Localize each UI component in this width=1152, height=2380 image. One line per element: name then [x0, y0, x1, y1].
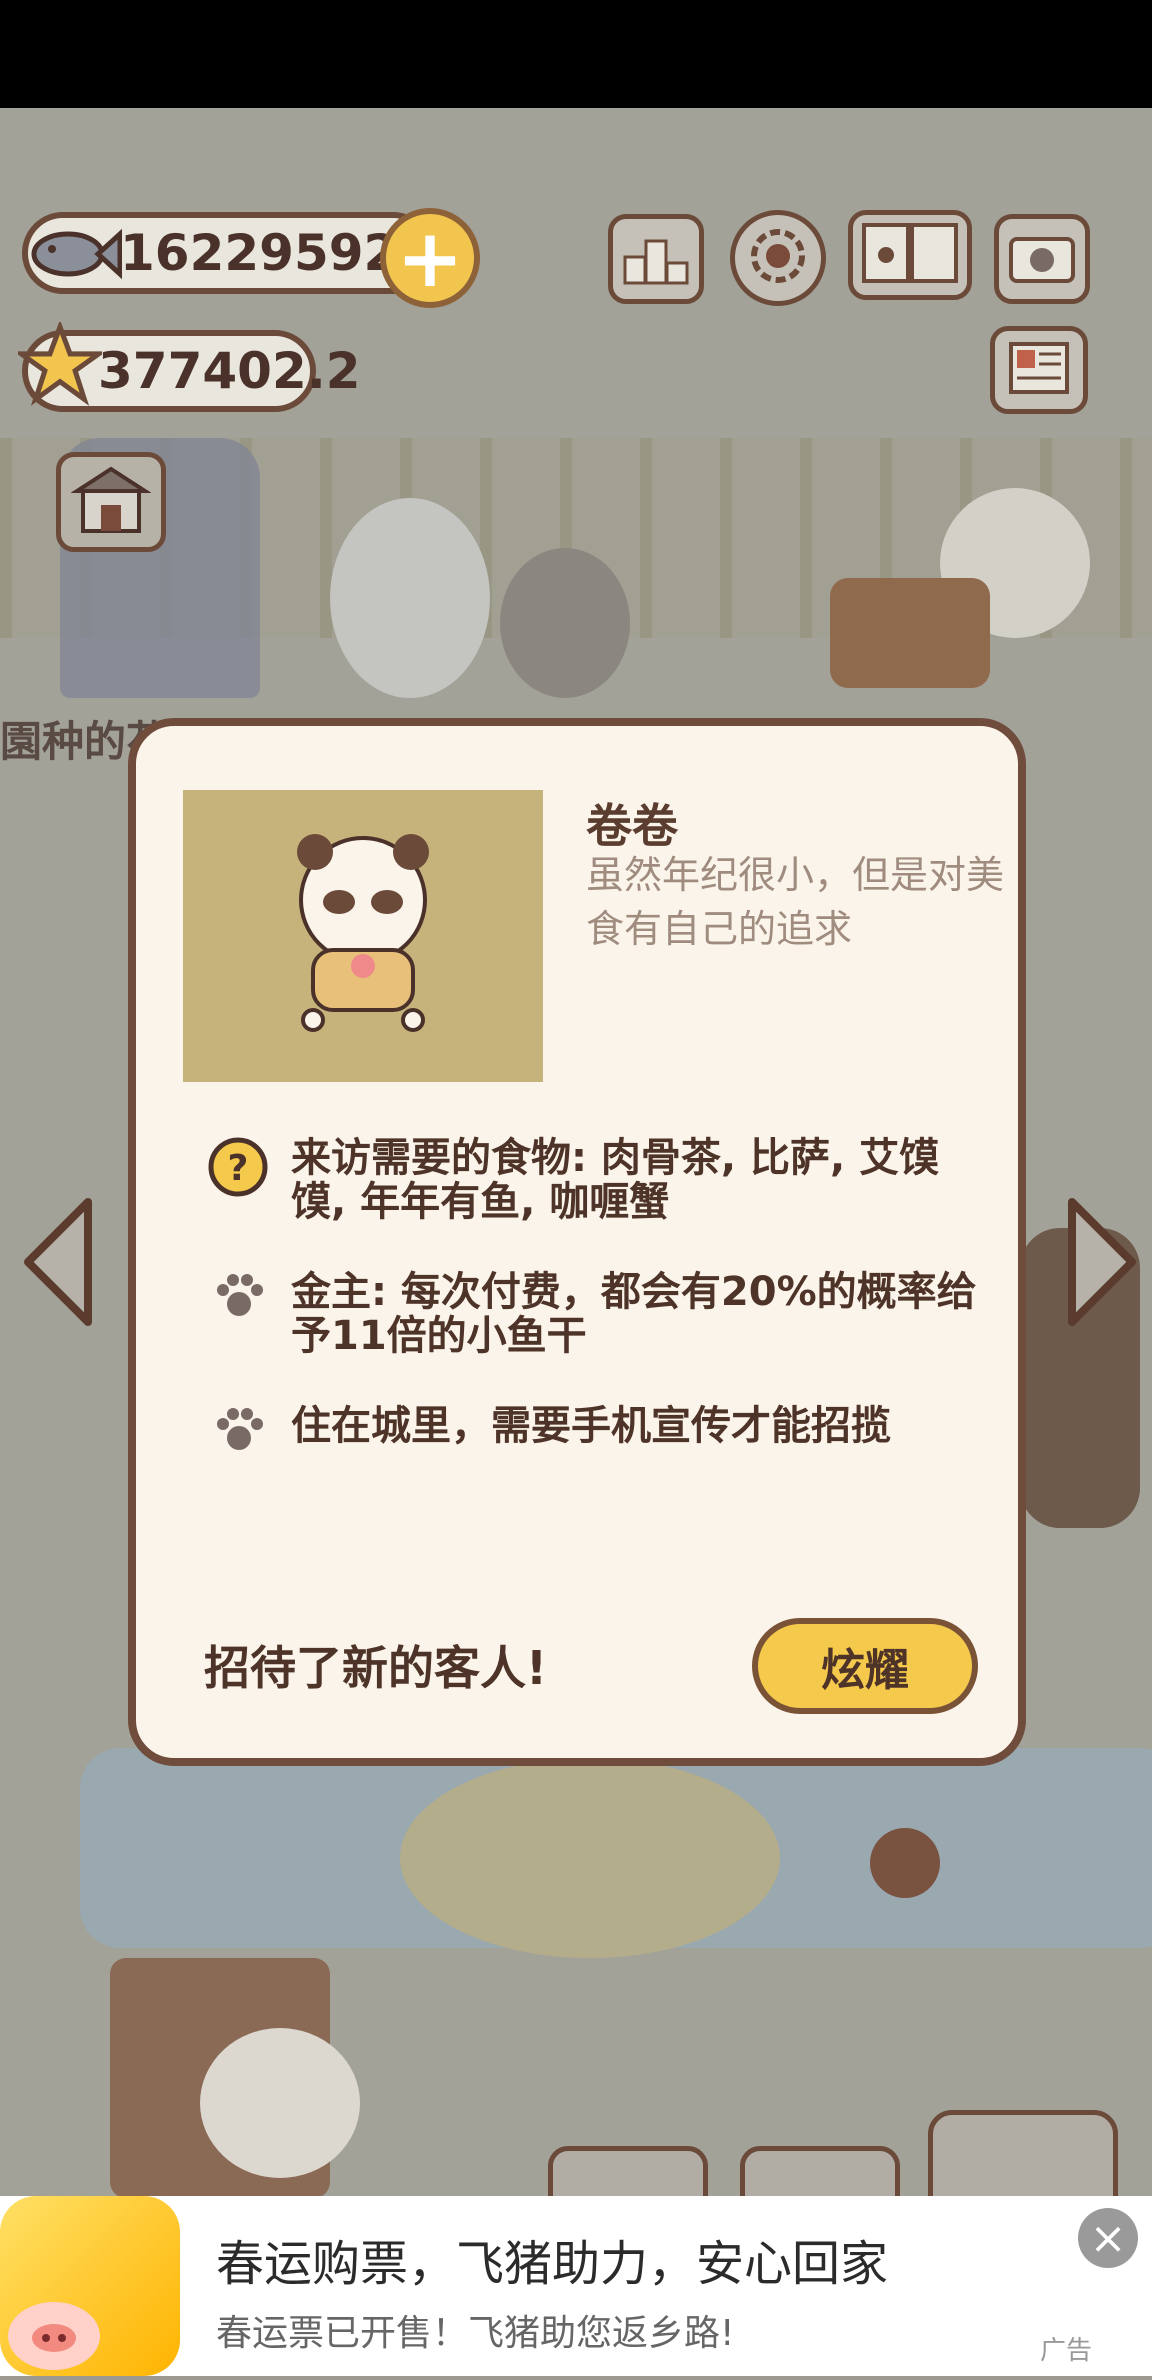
guest-portrait — [183, 790, 543, 1082]
ad-label: 广告 — [1040, 2336, 1093, 2366]
question-icon: ? — [207, 1136, 269, 1198]
star-icon — [13, 319, 107, 406]
bottom-tool-button[interactable] — [928, 2110, 1118, 2206]
gear-icon — [748, 226, 808, 290]
right-arrow-icon — [1062, 1198, 1142, 1336]
grill — [830, 578, 990, 688]
ball-toy — [870, 1828, 940, 1898]
panda-character-image — [297, 834, 429, 1032]
owl-character — [330, 498, 490, 698]
settings-button[interactable] — [730, 210, 826, 306]
requirement-text: 金主: 每次付费，都会有20%的概率给予11倍的小鱼干 — [291, 1269, 977, 1359]
ranking-podium-icon — [621, 227, 691, 291]
shop-icon — [70, 465, 152, 539]
ad-title: 春运购票，飞猪助力，安心回家 — [216, 2236, 889, 2292]
plus-icon: + — [396, 211, 464, 305]
add-currency-button[interactable]: + — [380, 208, 480, 308]
star-count: 377402.2 — [98, 342, 361, 400]
star-currency: 377402.2 — [13, 319, 361, 412]
ad-logo — [0, 2196, 180, 2376]
camera-icon — [1007, 229, 1077, 289]
paw-book-icon — [860, 221, 960, 289]
previous-guest-button[interactable] — [18, 1192, 98, 1332]
ranking-button[interactable] — [608, 214, 704, 304]
paw-icon — [213, 1270, 275, 1332]
requirement-text: 住在城里，需要手机宣传才能招揽 — [291, 1403, 891, 1449]
svg-text:?: ? — [228, 1148, 249, 1189]
ad-subtitle: 春运票已开售！飞猪助您返乡路! — [216, 2313, 735, 2354]
dog-character — [500, 548, 630, 698]
well — [400, 1758, 780, 1958]
ad-close-button[interactable]: × — [1078, 2208, 1138, 2268]
requirement-text: 来访需要的食物: 肉骨茶, 比萨, 艾馍馍, 年年有鱼, 咖喱蟹 — [291, 1135, 940, 1225]
guest-book-button[interactable] — [848, 210, 972, 300]
shop-button[interactable] — [56, 452, 166, 552]
close-icon: × — [1089, 2212, 1127, 2264]
status-bar — [0, 0, 1152, 108]
paw-icon — [213, 1404, 275, 1466]
guest-name: 卷卷 — [586, 799, 678, 853]
share-button[interactable]: 炫耀 — [752, 1618, 978, 1714]
fish-currency: 162295928 — [22, 212, 434, 294]
newspaper-button[interactable] — [990, 326, 1088, 414]
camera-button[interactable] — [994, 214, 1090, 304]
left-arrow-icon — [18, 1198, 98, 1336]
next-guest-button[interactable] — [1062, 1192, 1142, 1332]
newspaper-icon — [1007, 340, 1071, 400]
sheep-character — [200, 2028, 360, 2178]
fish-icon — [22, 204, 123, 304]
new-guest-message: 招待了新的客人! — [204, 1641, 547, 1695]
guest-description: 虽然年纪很小，但是对美食有自己的追求 — [586, 853, 1005, 951]
